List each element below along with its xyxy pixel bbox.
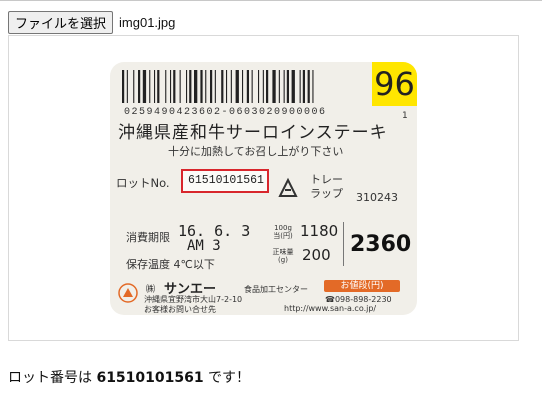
lot-label: ロットNo. [116,176,170,190]
image-preview: 96 0259490423602-0603020900006 1 沖縄県産和牛サ… [8,35,519,341]
result-text: ロット番号は 61510101561 です！ [8,367,250,387]
expiry-label: 消費期限 [126,231,170,244]
total-price: 2360 [350,232,412,257]
file-input-row: ファイルを選択 img01.jpg [8,10,175,34]
product-name: 沖縄県産和牛サーロインステーキ [118,123,388,143]
result-suffix: です！ [203,370,251,386]
company-url: http://www.san-a.co.jp/ [284,304,377,313]
expiry-time: AM 3 [187,238,221,254]
company-phone: ☎098-898-2230 [325,295,392,304]
processing-center: 食品加工センター [244,285,308,294]
unit-price: 1180 [300,222,339,240]
price-badge: 96 [372,62,417,106]
barcode-number: 0259490423602-0603020900006 [124,107,327,118]
tray-text: トレー [310,173,343,186]
price-tag: お値段(円) [324,280,400,292]
top-divider [0,0,542,1]
storage-temperature: 保存温度 4℃以下 [126,258,215,271]
selected-file-name: img01.jpg [119,14,176,30]
tray-wrap-label: トレー ラップ [310,173,343,201]
product-code: 310243 [356,191,398,204]
price-divider [343,222,344,266]
store-logo-icon [118,283,138,303]
barcode-icon [122,70,314,103]
unit-price-label: 100g当(円) [273,224,293,240]
weight-label: 正味量(g) [272,248,294,264]
recycle-icon [278,177,298,197]
wrap-text: ラップ [310,187,343,200]
inquiry-text: お客様お問い合せ先 [144,305,216,314]
result-lot-number: 61510101561 [96,370,204,386]
product-label-image: 96 0259490423602-0603020900006 1 沖縄県産和牛サ… [110,62,417,315]
lot-number: 61510101561 [188,174,264,187]
net-weight: 200 [302,246,331,264]
choose-file-button[interactable]: ファイルを選択 [8,10,114,34]
result-prefix: ロット番号は [8,370,97,386]
cooking-note: 十分に加熱してお召し上がり下さい [168,145,344,158]
